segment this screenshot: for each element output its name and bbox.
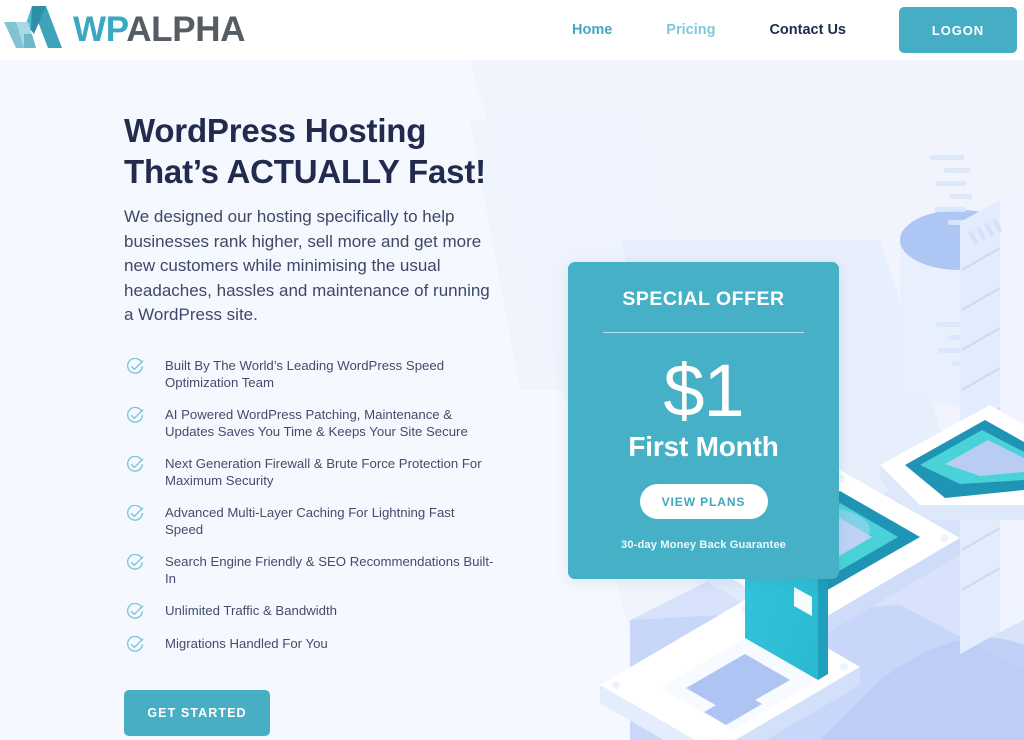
check-circle-icon xyxy=(127,455,144,472)
list-item: Advanced Multi-Layer Caching For Lightni… xyxy=(124,504,524,539)
view-plans-button[interactable]: VIEW PLANS xyxy=(639,484,768,519)
site-header: WPALPHA Home Pricing Contact Us LOGON xyxy=(0,0,1024,60)
headline-line-1: WordPress Hosting xyxy=(124,112,427,149)
offer-period: First Month xyxy=(628,431,779,462)
feature-label: Next Generation Firewall & Brute Force P… xyxy=(165,455,482,489)
check-circle-icon xyxy=(127,406,144,423)
list-item: AI Powered WordPress Patching, Maintenan… xyxy=(124,406,524,441)
logon-button[interactable]: LOGON xyxy=(899,7,1017,53)
check-circle-icon xyxy=(127,602,144,619)
logo-text-primary: WP xyxy=(73,10,127,49)
headline-line-2: That’s ACTUALLY Fast! xyxy=(124,153,486,190)
money-back-guarantee-note: 30-day Money Back Guarantee xyxy=(621,539,786,551)
check-circle-icon xyxy=(127,357,144,374)
hero-copy: WordPress Hosting That’s ACTUALLY Fast! … xyxy=(124,110,524,736)
nav-item-home[interactable]: Home xyxy=(545,22,639,38)
offer-title: SPECIAL OFFER xyxy=(622,288,785,310)
list-item: Next Generation Firewall & Brute Force P… xyxy=(124,455,524,490)
list-item: Unlimited Traffic & Bandwidth xyxy=(124,602,524,621)
page-title: WordPress Hosting That’s ACTUALLY Fast! xyxy=(124,110,524,192)
list-item: Search Engine Friendly & SEO Recommendat… xyxy=(124,553,524,588)
check-circle-icon xyxy=(127,635,144,652)
offer-price: $1 xyxy=(663,349,744,432)
feature-label: Migrations Handled For You xyxy=(165,635,328,651)
list-item: Migrations Handled For You xyxy=(124,635,524,654)
hero-subcopy: We designed our hosting specifically to … xyxy=(124,207,490,324)
get-started-button[interactable]: GET STARTED xyxy=(124,689,270,736)
feature-label: Built By The World’s Leading WordPress S… xyxy=(165,357,445,391)
wp-alpha-logo-icon xyxy=(4,6,62,48)
feature-list: Built By The World’s Leading WordPress S… xyxy=(124,357,524,654)
feature-label: Unlimited Traffic & Bandwidth xyxy=(165,602,338,618)
check-circle-icon xyxy=(127,553,144,570)
main-navigation: Home Pricing Contact Us LOGON xyxy=(545,0,1024,60)
special-offer-card: SPECIAL OFFER $1 First Month VIEW PLANS … xyxy=(568,262,839,579)
check-circle-icon xyxy=(127,504,144,521)
nav-item-pricing[interactable]: Pricing xyxy=(639,22,742,38)
offer-divider xyxy=(603,332,804,333)
feature-label: Advanced Multi-Layer Caching For Lightni… xyxy=(165,504,455,538)
feature-label: AI Powered WordPress Patching, Maintenan… xyxy=(165,406,468,440)
logo-text-secondary: ALPHA xyxy=(126,10,246,49)
nav-item-contact-us[interactable]: Contact Us xyxy=(742,22,873,38)
brand-logo[interactable]: WPALPHA xyxy=(2,0,246,60)
list-item: Built By The World’s Leading WordPress S… xyxy=(124,357,524,392)
feature-label: Search Engine Friendly & SEO Recommendat… xyxy=(165,553,494,587)
